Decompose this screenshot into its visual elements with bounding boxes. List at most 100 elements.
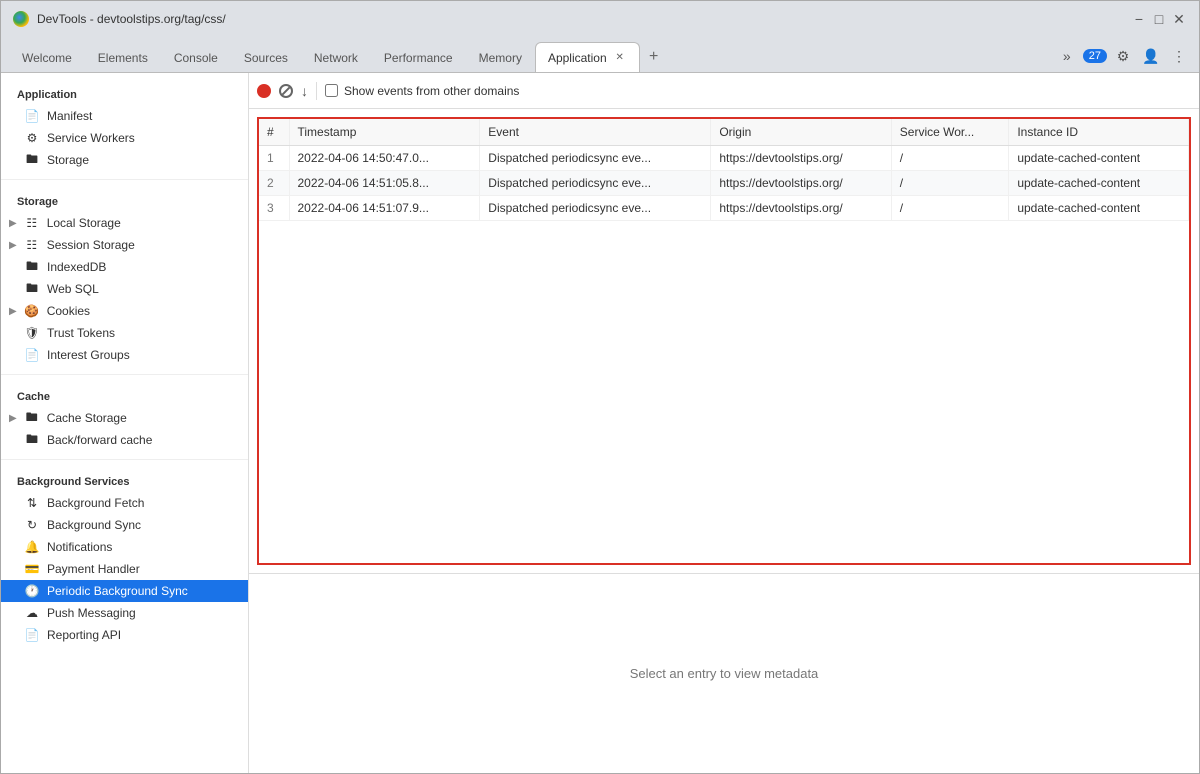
sidebar-item-interest-groups[interactable]: 📄 Interest Groups [1,344,248,366]
arrow-icon: ▶ [9,413,17,424]
tab-network[interactable]: Network [301,42,371,72]
cell-instance-id: update-cached-content [1009,171,1189,196]
arrow-icon: ▶ [9,218,17,229]
table-row[interactable]: 3 2022-04-06 14:51:07.9... Dispatched pe… [259,196,1189,221]
tab-welcome[interactable]: Welcome [9,42,85,72]
record-button[interactable] [257,84,271,98]
tab-performance[interactable]: Performance [371,42,466,72]
tab-add-button[interactable]: + [640,42,668,72]
sidebar-item-cache-storage[interactable]: ▶ 🖿 Cache Storage [1,407,248,429]
sidebar-item-backforward-cache[interactable]: 🖿 Back/forward cache [1,429,248,451]
sidebar-item-periodic-background-sync[interactable]: 🕐 Periodic Background Sync [1,580,248,602]
tab-bar: Welcome Elements Console Sources Network… [1,37,1199,73]
sidebar-item-reporting-api[interactable]: 📄 Reporting API [1,624,248,646]
events-table-container: # Timestamp Event Origin Service Wor... … [257,117,1191,565]
cell-timestamp: 2022-04-06 14:50:47.0... [289,146,480,171]
tab-elements-label: Elements [98,51,148,65]
content-toolbar: ↓ Show events from other domains [249,73,1199,109]
col-header-event[interactable]: Event [480,119,711,146]
tab-memory-label: Memory [479,51,522,65]
cookie-icon: 🍪 [25,304,39,318]
tab-sources[interactable]: Sources [231,42,301,72]
sidebar-item-background-fetch[interactable]: ⇅ Background Fetch [1,492,248,514]
sidebar-item-manifest-label: Manifest [47,109,92,123]
file-icon: 📄 [25,109,39,123]
sidebar-item-web-sql[interactable]: 🖿 Web SQL [1,278,248,300]
sidebar-item-web-sql-label: Web SQL [47,282,99,296]
tab-memory[interactable]: Memory [466,42,535,72]
col-header-num[interactable]: # [259,119,289,146]
menu-icon[interactable]: ⋮ [1167,44,1191,68]
content-panel: ↓ Show events from other domains # Times… [249,73,1199,773]
tab-application-close[interactable]: ✕ [613,51,627,65]
sidebar-item-local-storage[interactable]: ▶ ☷ Local Storage [1,212,248,234]
cell-num: 1 [259,146,289,171]
settings-icon[interactable]: ⚙ [1111,44,1135,68]
cancel-icon [279,84,293,98]
more-tabs-button[interactable]: » [1055,44,1079,68]
chrome-icon [13,11,29,27]
cell-num: 3 [259,196,289,221]
table-header-row: # Timestamp Event Origin Service Wor... … [259,119,1189,146]
col-header-instance-id[interactable]: Instance ID [1009,119,1189,146]
file-icon: 📄 [25,628,39,642]
sync-icon: ↻ [25,518,39,532]
cell-timestamp: 2022-04-06 14:51:05.8... [289,171,480,196]
sidebar-item-push-messaging[interactable]: ☁ Push Messaging [1,602,248,624]
sidebar-item-indexeddb[interactable]: 🖿 IndexedDB [1,256,248,278]
tab-application[interactable]: Application ✕ [535,42,640,72]
db-icon: 🖿 [25,153,39,167]
section-title-cache: Cache [1,383,248,407]
sidebar-item-service-workers[interactable]: ⚙ Service Workers [1,127,248,149]
db-icon: 🖿 [25,260,39,274]
sidebar-item-manifest[interactable]: 📄 Manifest [1,105,248,127]
sidebar-item-cookies[interactable]: ▶ 🍪 Cookies [1,300,248,322]
arrows-icon: ⇅ [25,496,39,510]
maximize-button[interactable]: □ [1151,11,1167,27]
divider-3 [1,459,248,460]
tab-elements[interactable]: Elements [85,42,161,72]
sidebar-item-session-storage[interactable]: ▶ ☷ Session Storage [1,234,248,256]
sidebar-item-trust-tokens[interactable]: 🛡 Trust Tokens [1,322,248,344]
titlebar: DevTools - devtoolstips.org/tag/css/ − □… [1,1,1199,37]
sidebar-item-payment-handler[interactable]: 💳 Payment Handler [1,558,248,580]
db-icon: 🖿 [25,282,39,296]
col-header-timestamp[interactable]: Timestamp [289,119,480,146]
section-title-background-services: Background Services [1,468,248,492]
sidebar-item-storage[interactable]: 🖿 Storage [1,149,248,171]
file-icon: 📄 [25,348,39,362]
card-icon: 💳 [25,562,39,576]
show-other-domains-label[interactable]: Show events from other domains [325,84,519,98]
cell-service-worker: / [891,196,1009,221]
sidebar-item-notifications[interactable]: 🔔 Notifications [1,536,248,558]
download-button[interactable]: ↓ [301,83,308,99]
cell-instance-id: update-cached-content [1009,196,1189,221]
gear-icon: ⚙ [25,131,39,145]
customize-icon[interactable]: 👤 [1139,44,1163,68]
notification-badge: 27 [1083,49,1107,63]
sidebar-item-storage-label: Storage [47,153,89,167]
table-row[interactable]: 2 2022-04-06 14:51:05.8... Dispatched pe… [259,171,1189,196]
show-other-domains-checkbox[interactable] [325,84,338,97]
sidebar-item-background-sync-label: Background Sync [47,518,141,532]
cell-origin: https://devtoolstips.org/ [711,146,891,171]
table-row[interactable]: 1 2022-04-06 14:50:47.0... Dispatched pe… [259,146,1189,171]
close-button[interactable]: ✕ [1171,11,1187,27]
minimize-button[interactable]: − [1131,11,1147,27]
sidebar: Application 📄 Manifest ⚙ Service Workers… [1,73,249,773]
sidebar-item-background-sync[interactable]: ↻ Background Sync [1,514,248,536]
cell-timestamp: 2022-04-06 14:51:07.9... [289,196,480,221]
col-header-origin[interactable]: Origin [711,119,891,146]
tab-console[interactable]: Console [161,42,231,72]
cell-service-worker: / [891,171,1009,196]
tabbar-right-area: » 27 ⚙ 👤 ⋮ [1055,44,1199,72]
sidebar-item-periodic-background-sync-label: Periodic Background Sync [47,584,188,598]
tab-application-label: Application [548,51,607,65]
cancel-button[interactable] [279,84,293,98]
divider-2 [1,374,248,375]
sidebar-item-cache-storage-label: Cache Storage [47,411,127,425]
sidebar-item-service-workers-label: Service Workers [47,131,135,145]
record-icon [257,84,271,98]
grid-icon: ☷ [25,238,39,252]
col-header-service-worker[interactable]: Service Wor... [891,119,1009,146]
